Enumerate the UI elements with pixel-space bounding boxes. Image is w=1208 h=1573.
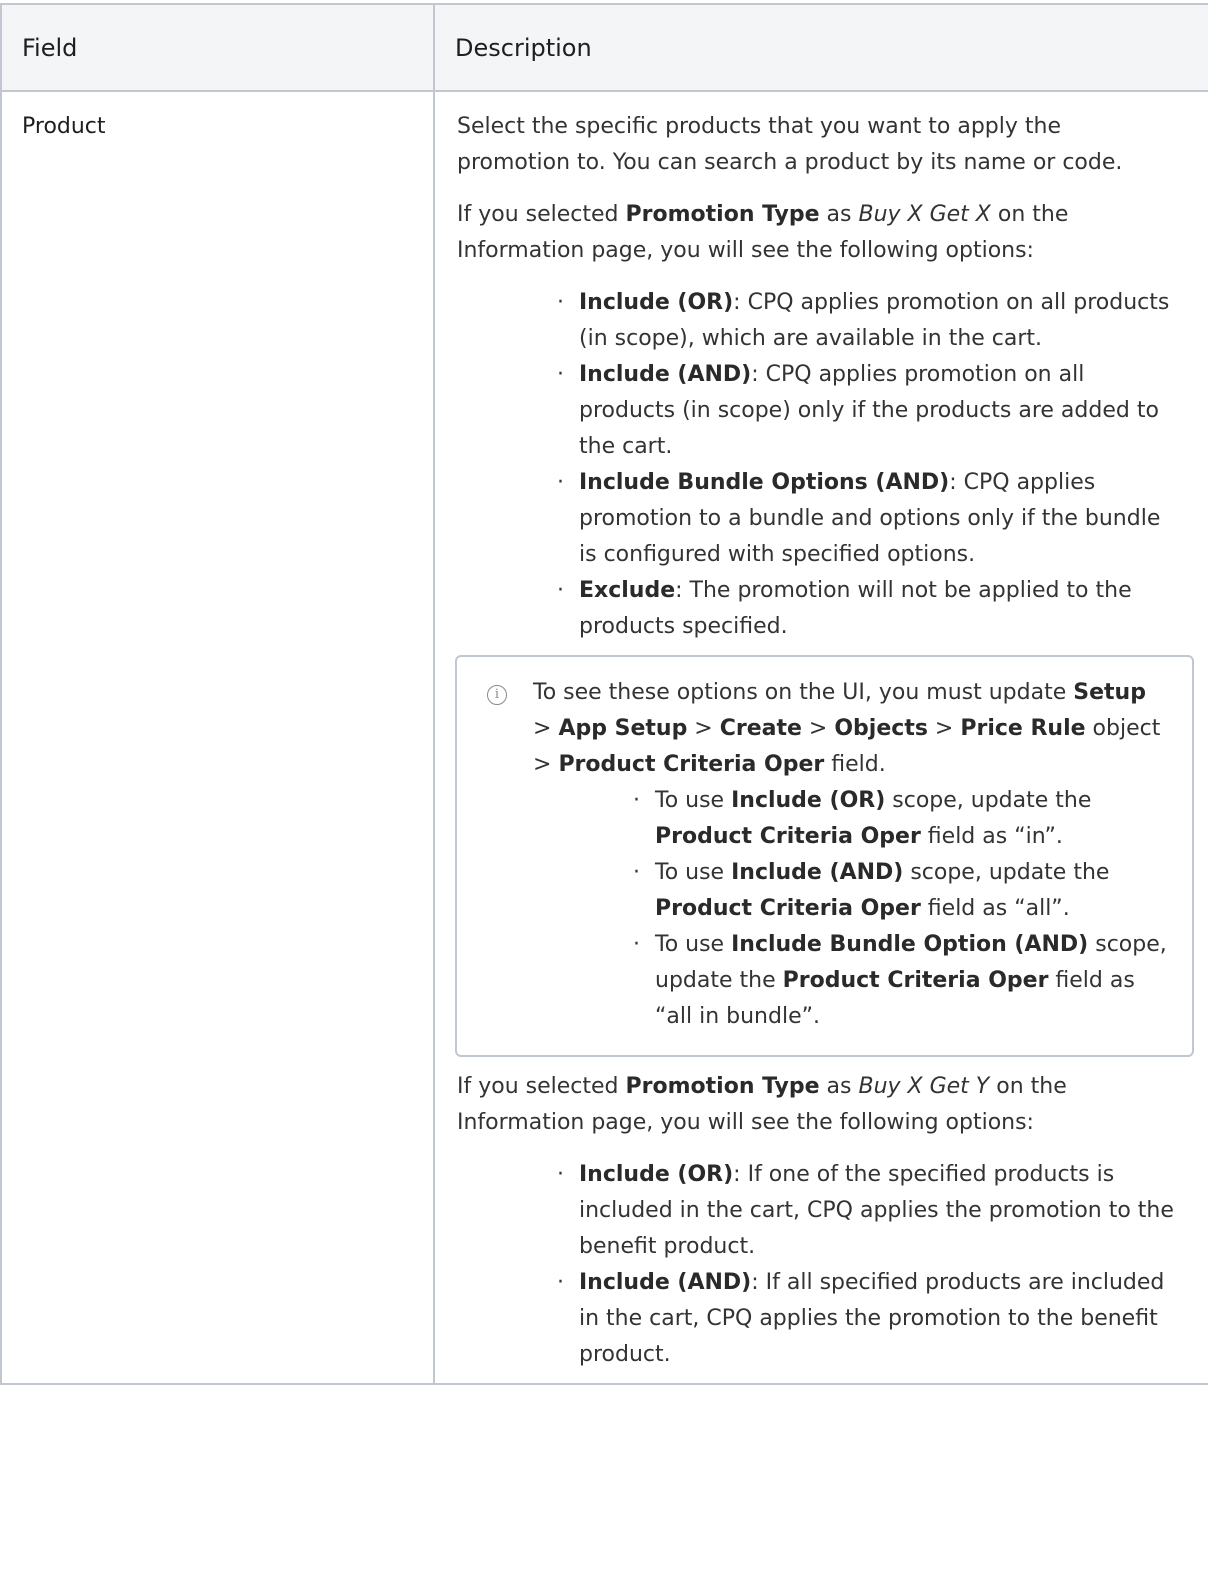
buy-x-get-x-paragraph: If you selected Promotion Type as Buy X … [457, 197, 1178, 269]
info-icon: i [487, 685, 507, 705]
text: If you selected [457, 1074, 626, 1099]
text: If you selected [457, 202, 626, 227]
italic-term: Buy X Get X [858, 202, 991, 227]
text: scope, update the [885, 788, 1092, 813]
list-item: Include Bundle Options (AND): CPQ applie… [557, 465, 1178, 573]
option-label: Exclude [579, 578, 676, 603]
text: field as “in”. [920, 824, 1063, 849]
separator: > [687, 716, 720, 741]
field-description-table: Field Description Product Select the spe… [0, 3, 1208, 1385]
bold-term: Promotion Type [625, 202, 820, 227]
option-label: Include (OR) [579, 290, 734, 315]
separator: > [801, 716, 835, 741]
text: To use [655, 788, 732, 813]
buy-x-get-x-options-list: Include (OR): CPQ applies promotion on a… [457, 285, 1178, 645]
text: field. [824, 752, 886, 777]
scope-label: Include (AND) [731, 860, 904, 885]
text: To use [655, 860, 732, 885]
italic-term: Buy X Get Y [858, 1074, 990, 1099]
info-note-panel: i To see these options on the UI, you mu… [455, 655, 1194, 1057]
note-text: To see these options on the UI, you must… [533, 675, 1170, 783]
option-label: Include Bundle Options (AND) [579, 470, 950, 495]
note-options-list: To use Include (OR) scope, update the Pr… [533, 783, 1170, 1035]
option-label: Include (OR) [579, 1162, 734, 1187]
separator: > [927, 716, 961, 741]
description-cell: Select the specific products that you wa… [433, 90, 1208, 1385]
field-label: Product Criteria Oper [782, 968, 1049, 993]
buy-x-get-y-paragraph: If you selected Promotion Type as Buy X … [457, 1069, 1178, 1141]
bold-term: App Setup [558, 716, 688, 741]
field-name-cell: Product [0, 90, 435, 1385]
table-row: Product Select the specific products tha… [0, 90, 1208, 1385]
bold-term: Create [719, 716, 802, 741]
list-item: Include (AND): CPQ applies promotion on … [557, 357, 1178, 465]
table-header-row: Field Description [0, 3, 1208, 92]
intro-paragraph: Select the specific products that you wa… [457, 114, 1123, 175]
scope-label: Include Bundle Option (AND) [731, 932, 1089, 957]
bold-term: Setup [1073, 680, 1146, 705]
bold-term: Objects [834, 716, 928, 741]
buy-x-get-y-options-list: Include (OR): If one of the specified pr… [457, 1157, 1178, 1373]
header-field: Field [0, 3, 435, 92]
list-item: Include (OR): CPQ applies promotion on a… [557, 285, 1178, 357]
list-item: Include (AND): If all specified products… [557, 1265, 1178, 1373]
list-item: Exclude: The promotion will not be appli… [557, 573, 1178, 645]
field-label: Product Criteria Oper [655, 824, 921, 849]
bold-term: Product Criteria Oper [558, 752, 825, 777]
text: To use [655, 932, 732, 957]
text: field as “all”. [920, 896, 1070, 921]
option-label: Include (AND) [579, 362, 752, 387]
header-description: Description [433, 3, 1208, 92]
list-item: To use Include (AND) scope, update the P… [633, 855, 1170, 927]
scope-label: Include (OR) [731, 788, 886, 813]
separator: > [533, 716, 559, 741]
list-item: Include (OR): If one of the specified pr… [557, 1157, 1178, 1265]
text: as [819, 1074, 859, 1099]
field-label: Product Criteria Oper [655, 896, 921, 921]
bold-term: Price Rule [960, 716, 1086, 741]
list-item: To use Include Bundle Option (AND) scope… [633, 927, 1170, 1035]
option-label: Include (AND) [579, 1270, 752, 1295]
text: scope, update the [903, 860, 1110, 885]
text: To see these options on the UI, you must… [533, 680, 1074, 705]
bold-term: Promotion Type [625, 1074, 820, 1099]
text: as [819, 202, 859, 227]
list-item: To use Include (OR) scope, update the Pr… [633, 783, 1170, 855]
